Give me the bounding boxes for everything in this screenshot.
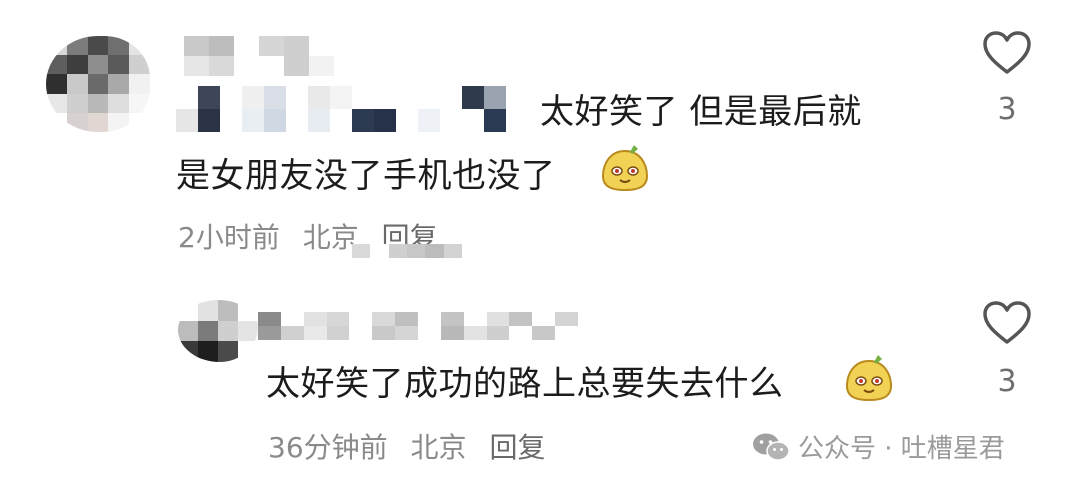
smiling-pup-emoji-icon [845,355,893,402]
comment-location: 北京 [302,221,359,254]
blur-artifact [352,244,462,258]
comment-text-line: 太好笑了成功的路上总要失去什么 [266,364,784,404]
watermark: 公众号 · 吐槽星君 [752,428,1005,465]
mention-blurred[interactable] [176,86,528,132]
wechat-icon [753,433,790,461]
comment-time: 2小时前 [178,221,280,254]
avatar[interactable] [178,300,258,362]
reply-button[interactable]: 回复 [489,431,545,464]
heart-like-icon[interactable] [982,300,1032,346]
username-blurred[interactable] [258,312,578,340]
smiling-pup-emoji-icon [601,145,649,192]
comment-text-line: 太好笑了 但是最后就 [540,92,862,132]
comment-location: 北京 [410,431,467,464]
like-count: 3 [997,364,1017,399]
watermark-text: 公众号 · 吐槽星君 [798,434,1005,464]
heart-like-icon[interactable] [982,30,1032,76]
like-count: 3 [997,92,1017,127]
username-blurred[interactable] [184,36,334,76]
comment-meta: 36分钟前 北京 回复 [268,426,559,466]
comment-time: 36分钟前 [268,431,388,464]
comment-text-line: 是女朋友没了手机也没了 [176,156,556,196]
avatar[interactable] [46,36,150,132]
